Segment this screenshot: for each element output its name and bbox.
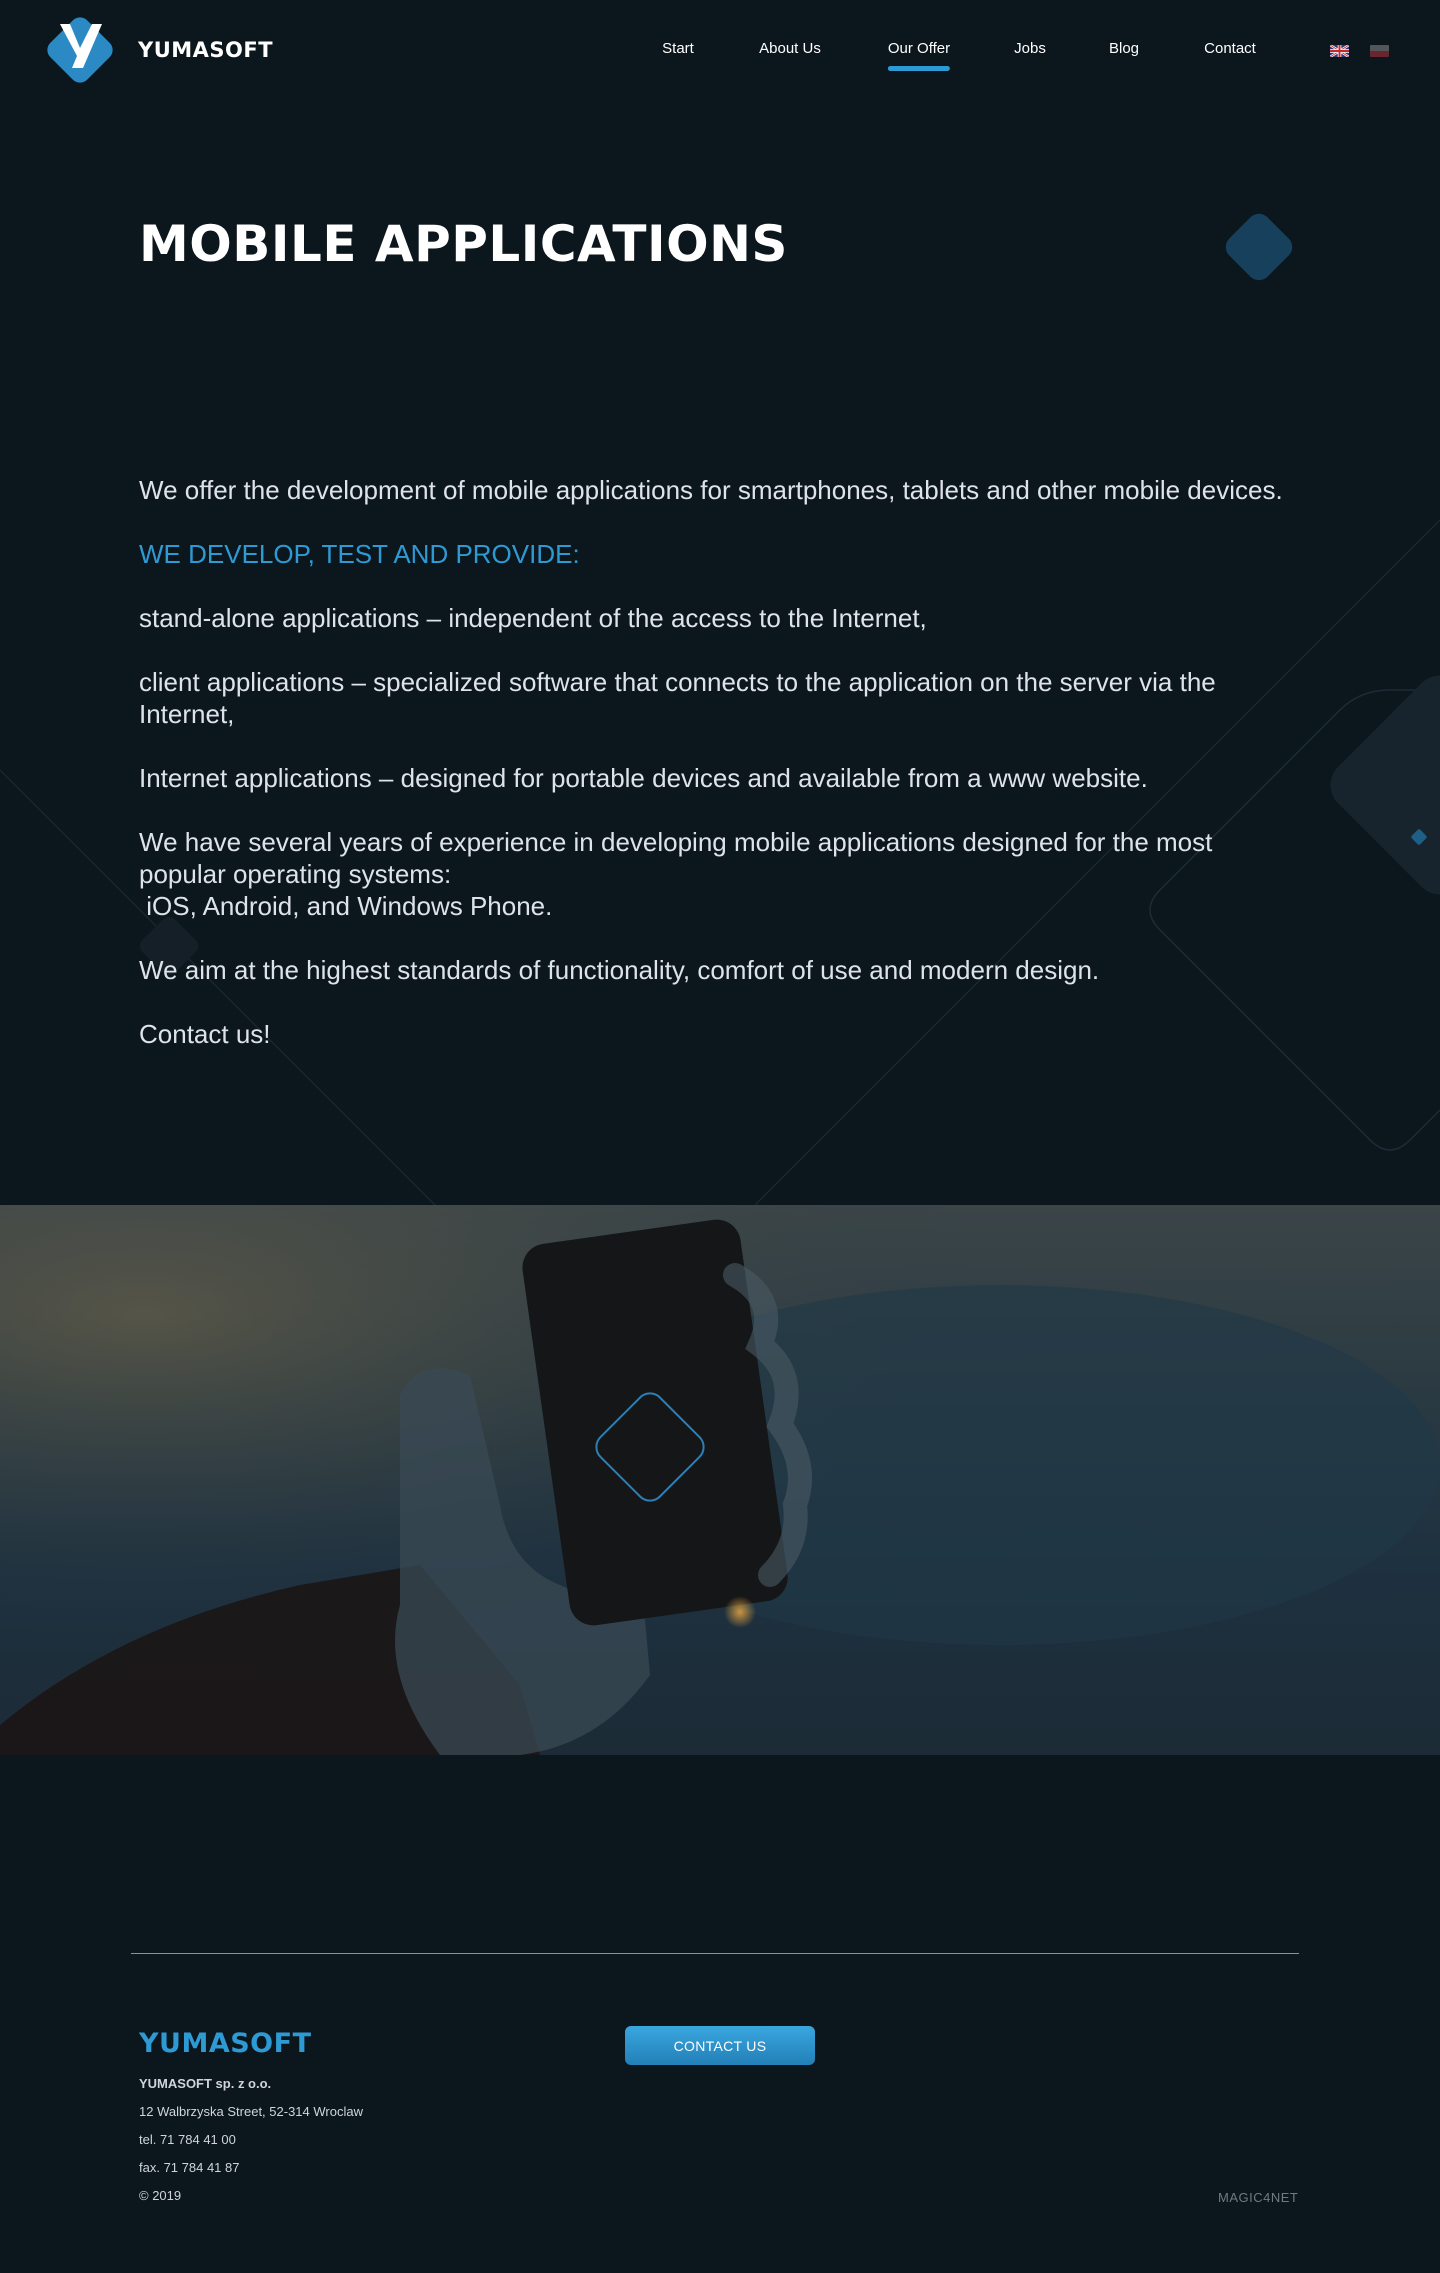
diamond-icon [1225, 213, 1293, 281]
offer-content: We offer the development of mobile appli… [139, 474, 1299, 1082]
main-nav: Start About Us Our Offer Jobs Blog Conta… [0, 40, 1440, 80]
footer-brand: YUMASOFT [139, 2028, 312, 2059]
nav-our-offer[interactable]: Our Offer [887, 40, 951, 71]
nav-jobs[interactable]: Jobs [1014, 40, 1046, 57]
nav-start[interactable]: Start [662, 40, 694, 57]
intro-text: We offer the development of mobile appli… [139, 475, 1283, 505]
hero-photo [0, 1205, 1440, 1755]
flag-pl-icon[interactable] [1370, 45, 1389, 57]
contact-us-button[interactable]: CONTACT US [625, 2026, 815, 2065]
footer-address: 12 Walbrzyska Street, 52-314 Wroclaw [139, 2104, 363, 2119]
footer-phone: tel. 71 784 41 00 [139, 2132, 236, 2147]
offer-item-client: client applications – specialized softwa… [139, 667, 1216, 729]
offer-item-standalone: stand-alone applications – independent o… [139, 603, 927, 633]
standards-text: We aim at the highest standards of funct… [139, 955, 1100, 985]
hand-holding-phone-image [0, 1205, 1440, 1755]
nav-about-us[interactable]: About Us [759, 40, 821, 57]
site-header: YUMASOFT Start About Us Our Offer Jobs B… [0, 0, 1440, 100]
footer-divider [131, 1953, 1299, 1954]
systems-text: iOS, Android, and Windows Phone. [139, 891, 553, 921]
flag-en-icon[interactable] [1330, 45, 1349, 57]
nav-blog[interactable]: Blog [1109, 40, 1139, 57]
footer-company: YUMASOFT sp. z o.o. [139, 2076, 272, 2091]
experience-text: We have several years of experience in d… [139, 827, 1213, 889]
page-title: MOBILE APPLICATIONS [139, 215, 788, 273]
nav-contact[interactable]: Contact [1204, 40, 1256, 57]
footer-copyright: © 2019 [139, 2188, 182, 2203]
offer-item-internet: Internet applications – designed for por… [139, 763, 1148, 793]
footer-credit-link[interactable]: MAGIC4NET [1218, 2190, 1298, 2205]
contact-us-text: Contact us! [139, 1019, 271, 1049]
footer-fax: fax. 71 784 41 87 [139, 2160, 240, 2175]
section-subheading: WE DEVELOP, TEST AND PROVIDE: [139, 539, 580, 569]
